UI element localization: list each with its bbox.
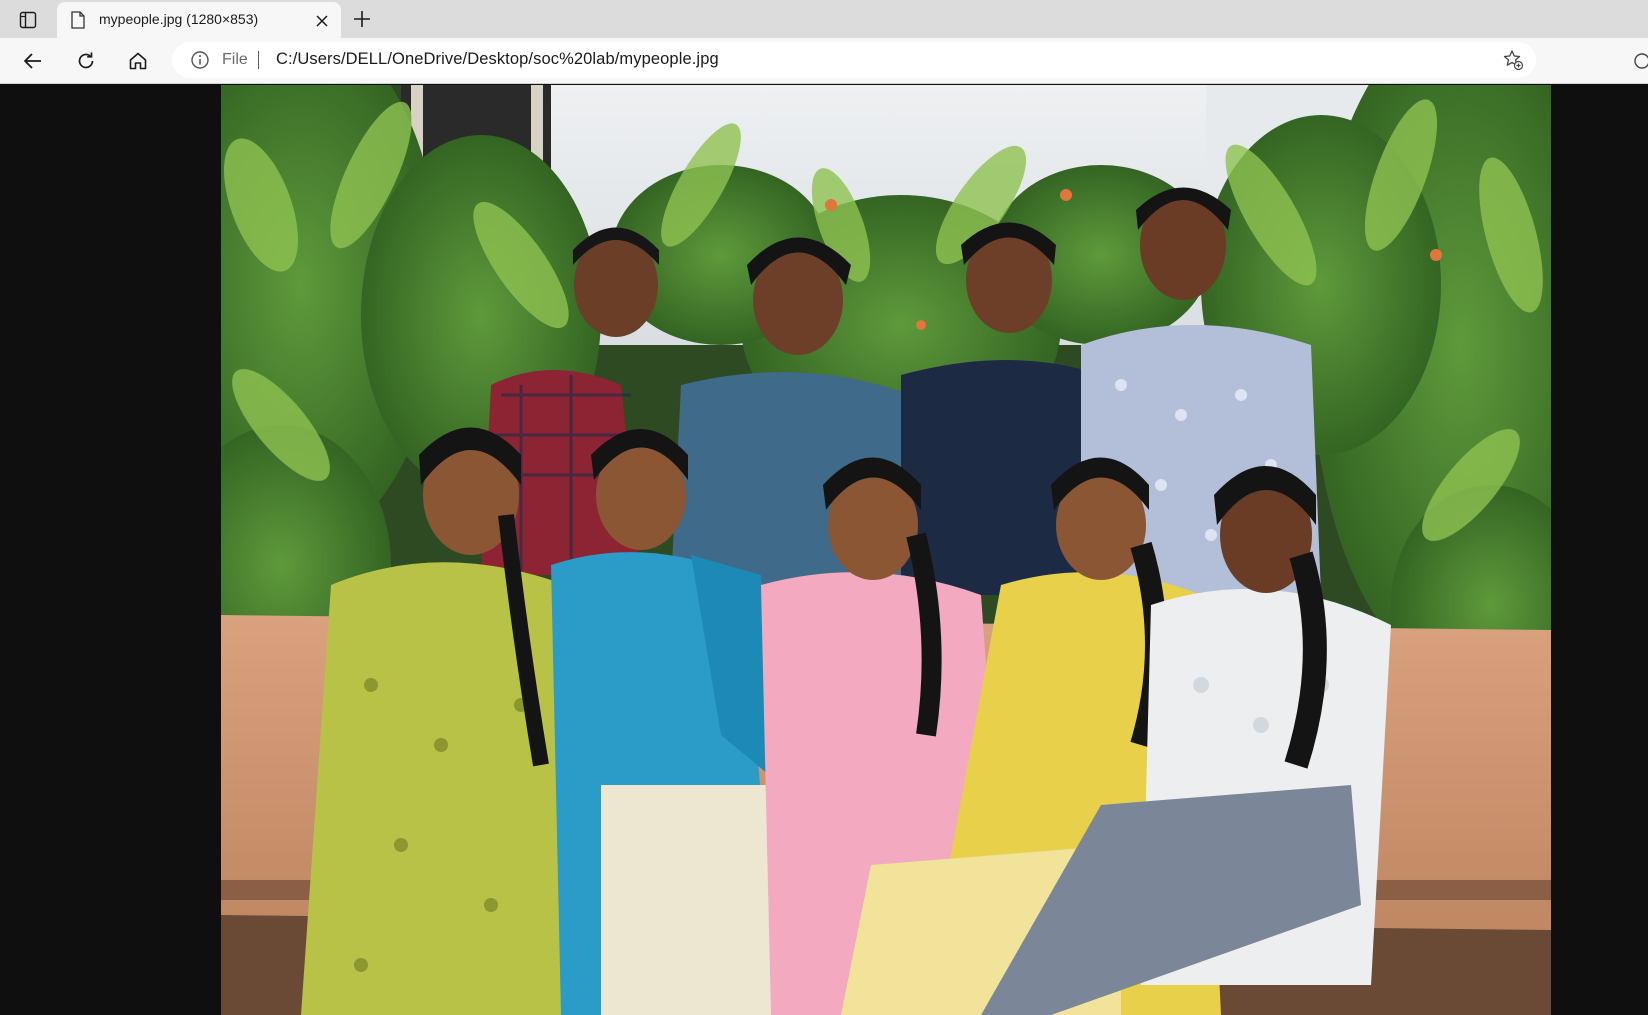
image-viewer [0, 85, 1648, 1015]
home-icon[interactable] [123, 46, 153, 76]
close-icon[interactable] [311, 10, 333, 32]
address-bar[interactable]: File C:/Users/DELL/OneDrive/Desktop/soc%… [172, 42, 1536, 78]
refresh-icon[interactable] [71, 46, 101, 76]
group-photo [221, 85, 1551, 1015]
address-divider [258, 51, 259, 69]
tab-strip: mypeople.jpg (1280×853) [0, 0, 1648, 38]
plus-icon[interactable] [348, 5, 376, 33]
back-arrow-icon[interactable] [18, 46, 48, 76]
file-icon [71, 11, 85, 29]
scheme-label: File [222, 51, 248, 68]
navigation-toolbar: File C:/Users/DELL/OneDrive/Desktop/soc%… [0, 38, 1648, 84]
add-favorite-icon[interactable] [1502, 49, 1524, 71]
tab-actions-icon[interactable] [10, 7, 46, 33]
tab-mypeople[interactable]: mypeople.jpg (1280×853) [57, 2, 341, 38]
info-icon[interactable] [190, 50, 210, 70]
toolbar-overflow-icon[interactable] [1632, 50, 1648, 72]
tab-title: mypeople.jpg (1280×853) [99, 11, 259, 27]
address-url[interactable]: C:/Users/DELL/OneDrive/Desktop/soc%20lab… [276, 50, 719, 69]
